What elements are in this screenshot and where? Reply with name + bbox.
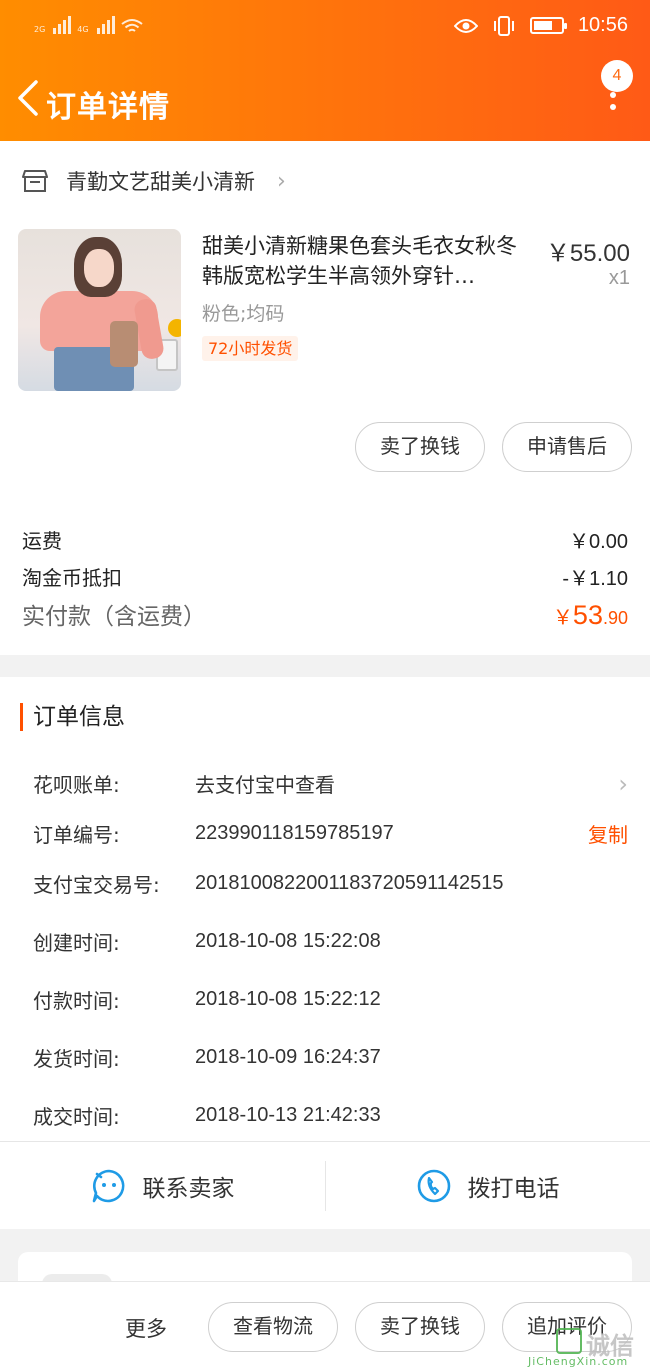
paid-amount-row: 实付款（含运费） ￥53.90 <box>22 597 628 631</box>
nav-bar: 订单详情 4 <box>0 54 650 141</box>
signal-indicators: 2G 4G <box>34 14 143 34</box>
chevron-right-icon: › <box>277 168 286 194</box>
sell-for-cash-button[interactable]: 卖了换钱 <box>355 422 485 472</box>
page-title: 订单详情 <box>46 90 170 125</box>
info-value: 2018-10-13 21:42:33 <box>195 1104 381 1126</box>
call-phone-label: 拨打电话 <box>467 1176 560 1202</box>
product-title[interactable]: 甜美小清新糖果色套头毛衣女秋冬韩版宽松学生半高领外穿针… <box>202 231 532 291</box>
currency-symbol: ￥ <box>552 607 573 629</box>
copy-button[interactable]: 复制 <box>588 819 628 848</box>
sell-for-cash-button[interactable]: 卖了换钱 <box>355 1302 485 1352</box>
clock: 10:56 <box>577 14 628 36</box>
coin-discount-label: 淘金币抵扣 <box>22 566 122 590</box>
product-sku: 粉色;均码 <box>202 303 285 325</box>
order-number-row: 订单编号: 223990118159785197 复制 <box>33 819 628 848</box>
shipped-time-row: 发货时间: 2018-10-09 16:24:37 <box>33 1043 628 1072</box>
product-quantity: x1 <box>608 267 630 289</box>
divider <box>0 1141 650 1142</box>
shop-name: 青勤文艺甜美小清新 <box>66 170 255 194</box>
paid-amount-label: 实付款（含运费） <box>22 604 206 630</box>
coin-discount-value: -￥1.10 <box>562 568 628 590</box>
order-number-value: 223990118159785197 <box>195 822 394 844</box>
message-count-badge[interactable]: 4 <box>601 60 633 92</box>
view-logistics-button[interactable]: 查看物流 <box>208 1302 338 1352</box>
after-sale-button[interactable]: 申请售后 <box>502 422 632 472</box>
info-label: 花呗账单: <box>33 773 120 797</box>
bottom-action-bar: 更多 查看物流 卖了换钱 追加评价 诚信 JiChengXin.com <box>0 1281 650 1372</box>
app-header: 2G 4G 10:56 订单详情 4 <box>0 0 650 141</box>
product-thumbnail[interactable] <box>18 229 181 391</box>
info-label: 发货时间: <box>33 1047 120 1071</box>
shop-link[interactable]: 青勤文艺甜美小清新 › <box>22 163 286 199</box>
site-watermark: 诚信 JiChengXin.com <box>528 1316 644 1368</box>
paid-amount-value: ￥53.90 <box>553 600 628 631</box>
info-label: 创建时间: <box>33 931 120 955</box>
chevron-right-icon: › <box>618 769 628 798</box>
shipping-promise-tag: 72小时发货 <box>202 336 299 361</box>
created-time-row: 创建时间: 2018-10-08 15:22:08 <box>33 927 628 956</box>
watermark-subtext: JiChengXin.com <box>528 1355 629 1368</box>
alipay-trade-row: 支付宝交易号: 2018100822001183720591142515 <box>33 869 628 898</box>
info-value: 2018100822001183720591142515 <box>195 872 504 894</box>
shipping-fee-value: ￥0.00 <box>569 531 628 553</box>
contact-seller-button[interactable]: 联系卖家 <box>0 1143 325 1229</box>
back-arrow-icon[interactable] <box>14 80 44 116</box>
info-label: 付款时间: <box>33 989 120 1013</box>
status-bar: 2G 4G 10:56 <box>0 0 650 54</box>
info-value: 2018-10-09 16:24:37 <box>195 1046 381 1068</box>
call-phone-button[interactable]: 拨打电话 <box>325 1143 650 1229</box>
deal-time-row: 成交时间: 2018-10-13 21:42:33 <box>33 1101 628 1130</box>
chat-face-icon <box>92 1169 124 1203</box>
paid-decimal: .90 <box>602 608 628 628</box>
network-type-2: 4G <box>77 25 89 34</box>
status-right: 10:56 <box>453 14 628 37</box>
shipping-fee-label: 运费 <box>22 529 62 553</box>
order-item-card: 青勤文艺甜美小清新 › 甜美小清新糖果色套头毛衣女秋冬韩版宽松学生半高领外穿针…… <box>0 141 650 655</box>
more-button[interactable]: 更多 <box>125 1313 167 1343</box>
signal-bars-icon <box>96 14 115 34</box>
eye-icon <box>453 18 478 33</box>
info-label: 订单编号: <box>33 823 120 847</box>
order-info-card: 订单信息 花呗账单: 去支付宝中查看 › 订单编号: 2239901181597… <box>0 677 650 1229</box>
info-value: 2018-10-08 15:22:08 <box>195 930 381 952</box>
battery-icon <box>529 17 567 34</box>
wifi-icon <box>120 19 143 32</box>
section-title: 订单信息 <box>20 703 125 731</box>
network-type-1: 2G <box>34 25 46 34</box>
contact-seller-label: 联系卖家 <box>142 1176 235 1202</box>
info-value: 去支付宝中查看 <box>195 773 335 797</box>
coin-discount-row: 淘金币抵扣 -￥1.10 <box>22 562 628 591</box>
huabei-bill-row[interactable]: 花呗账单: 去支付宝中查看 › <box>33 769 628 798</box>
paid-integer: 53 <box>572 600 603 630</box>
store-icon <box>22 170 48 192</box>
signal-bars-icon <box>53 14 72 34</box>
phone-icon <box>417 1169 450 1203</box>
info-value: 2018-10-08 15:22:12 <box>195 988 381 1010</box>
more-menu-icon[interactable] <box>608 92 618 116</box>
info-label: 支付宝交易号: <box>33 873 160 897</box>
paid-time-row: 付款时间: 2018-10-08 15:22:12 <box>33 985 628 1014</box>
product-price: ￥55.00 <box>545 240 630 267</box>
watermark-logo-icon <box>556 1328 582 1354</box>
shipping-fee-row: 运费 ￥0.00 <box>22 525 628 554</box>
vibrate-icon <box>493 15 514 36</box>
info-label: 成交时间: <box>33 1105 120 1129</box>
